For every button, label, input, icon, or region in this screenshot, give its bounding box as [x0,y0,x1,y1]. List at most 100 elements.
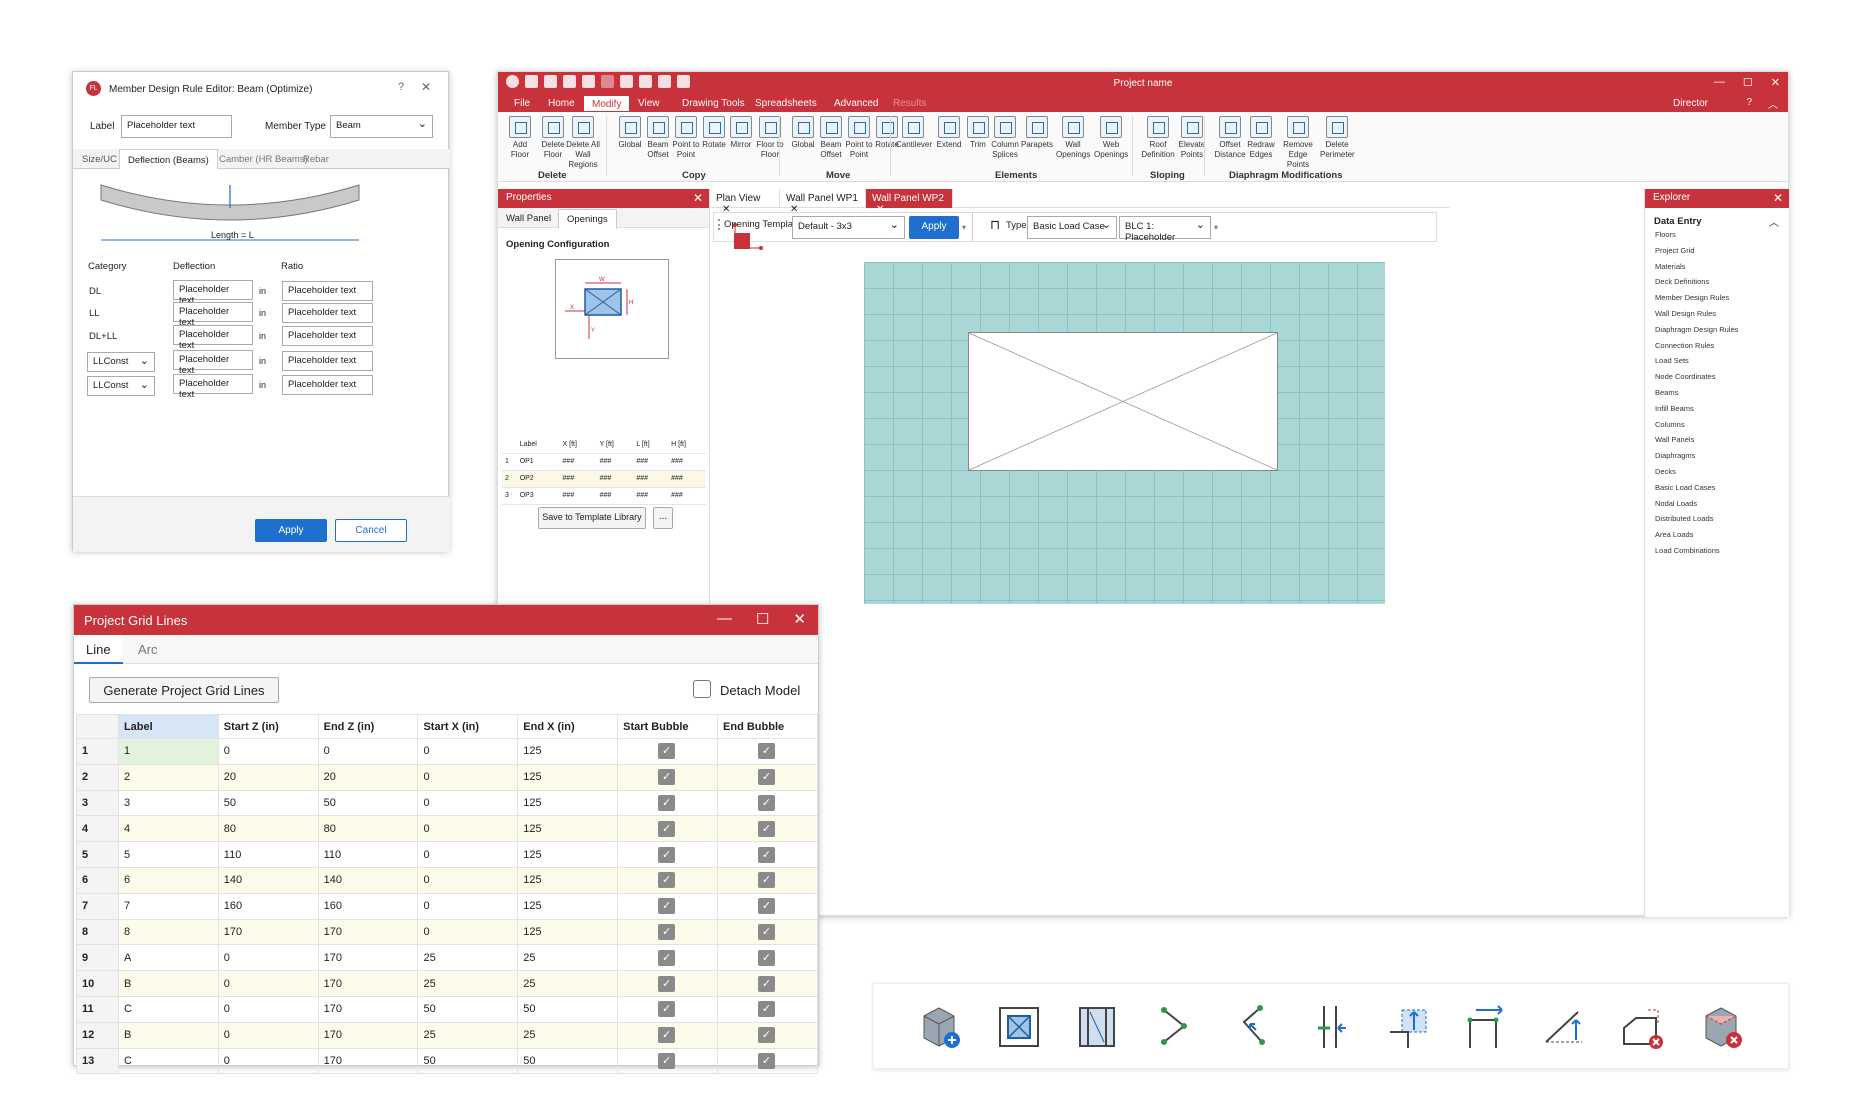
table-cell[interactable]: 0 [317,738,419,765]
table-row[interactable]: 1 1 0 0 0 125 ✓ ✓ [76,738,818,765]
ribbon-button[interactable]: Wall Openings [1056,116,1090,160]
table-row[interactable]: 6 6 140 140 0 125 ✓ ✓ [76,866,818,894]
table-cell[interactable]: 25 [417,944,519,972]
apply-button[interactable]: Apply [255,519,327,542]
table-cell[interactable]: ### [596,453,634,471]
table-cell[interactable]: 125 [517,918,619,946]
start-bubble-checkbox[interactable]: ✓ [658,872,676,889]
deflection-input[interactable]: Placeholder text [173,325,253,351]
table-row[interactable]: 9 A 0 170 25 25 ✓ ✓ [76,944,818,972]
menu-drawing-tools[interactable]: Drawing Tools [682,98,745,109]
table-cell[interactable]: 25 [517,970,619,997]
start-bubble-checkbox[interactable]: ✓ [658,949,676,966]
table-cell[interactable]: 110 [317,841,419,868]
table-cell[interactable]: 170 [317,995,419,1023]
end-bubble-checkbox[interactable]: ✓ [758,872,776,889]
table-cell[interactable]: 0 [417,841,519,868]
table-row[interactable]: 11 C 0 170 50 50 ✓ ✓ [76,995,818,1023]
tab-camber[interactable]: Camber (HR Beams) [219,154,308,165]
add-floor-icon[interactable] [914,1002,964,1052]
category-select[interactable]: LLConst [87,376,155,396]
table-cell[interactable]: 25 [417,1021,519,1049]
table-row[interactable]: 3 OP3 ### ### ### ### [502,487,706,505]
explorer-item[interactable]: Distributed Loads [1655,514,1713,523]
tab-line[interactable]: Line [74,635,123,664]
explorer-item[interactable]: Basic Load Cases [1655,483,1715,492]
tab-wall-panel[interactable]: Wall Panel [506,213,551,224]
table-cell[interactable]: 20 [217,763,319,791]
ratio-input[interactable]: Placeholder text [282,326,373,346]
table-cell[interactable]: ### [633,453,669,471]
start-bubble-checkbox[interactable]: ✓ [658,898,676,915]
close-icon[interactable]: ✕ [1773,191,1783,205]
table-row[interactable]: 3 3 50 50 0 125 ✓ ✓ [76,789,818,817]
table-cell[interactable]: 125 [517,815,619,843]
tab-rebar[interactable]: Rebar [303,154,329,165]
explorer-item[interactable]: Columns [1655,420,1685,429]
table-cell[interactable]: 4 [117,815,219,843]
menu-modify[interactable]: Modify [583,95,631,112]
table-row[interactable]: 1 OP1 ### ### ### ### [502,453,706,471]
wall-panel-icon[interactable] [1072,1002,1122,1052]
table-cell[interactable]: B [117,1021,219,1049]
explorer-item[interactable]: Area Loads [1655,530,1693,539]
table-cell[interactable]: ### [668,487,706,505]
tab-size-uc[interactable]: Size/UC [82,154,117,165]
table-cell[interactable]: 25 [417,970,519,997]
table-cell[interactable]: ### [668,470,706,488]
deflection-input[interactable]: Placeholder text [173,280,253,306]
ribbon-button[interactable]: Delete All Wall Regions [566,116,600,170]
detach-model-checkbox[interactable] [693,680,711,698]
table-cell[interactable]: 50 [517,995,619,1023]
end-bubble-checkbox[interactable]: ✓ [758,820,776,837]
ratio-input[interactable]: Placeholder text [282,351,373,371]
generate-grid-lines-button[interactable]: Generate Project Grid Lines [89,677,279,703]
table-cell[interactable]: 80 [217,815,319,843]
table-cell[interactable]: 20 [317,763,419,791]
table-cell[interactable]: 170 [317,918,419,946]
table-cell[interactable]: 0 [217,944,319,972]
close-icon[interactable]: ✕ [1771,76,1780,89]
more-options-button[interactable]: ... [653,507,673,529]
table-cell[interactable]: 125 [517,763,619,791]
table-cell[interactable]: 2 [117,763,219,791]
table-cell[interactable]: 50 [417,1047,519,1075]
table-cell[interactable]: 125 [517,841,619,868]
end-bubble-checkbox[interactable]: ✓ [758,846,776,863]
ribbon-button[interactable]: Redraw Edges [1244,116,1278,160]
close-icon[interactable]: ✕ [693,191,703,205]
table-cell[interactable]: 125 [517,866,619,894]
menu-home[interactable]: Home [548,98,575,109]
deflection-input[interactable]: Placeholder text [173,350,253,376]
dropdown-arrow-icon[interactable]: ▾ [962,223,966,232]
table-cell[interactable]: 50 [417,995,519,1023]
help-icon[interactable]: ? [398,81,404,93]
table-cell[interactable]: 170 [217,918,319,946]
column-splice-icon[interactable] [1306,1002,1356,1052]
ratio-input[interactable]: Placeholder text [282,303,373,323]
table-cell[interactable]: OP1 [516,453,560,471]
label-input[interactable]: Placeholder text [121,115,232,138]
explorer-item[interactable]: Floors [1655,230,1676,239]
collapse-ribbon-icon[interactable]: ︿ [1768,96,1778,111]
table-cell[interactable]: 25 [517,1021,619,1049]
start-bubble-checkbox[interactable]: ✓ [658,923,676,940]
table-cell[interactable]: 0 [217,1047,319,1075]
end-bubble-checkbox[interactable]: ✓ [758,1027,776,1044]
table-row[interactable]: 12 B 0 170 25 25 ✓ ✓ [76,1021,818,1049]
start-bubble-checkbox[interactable]: ✓ [658,1027,676,1044]
start-bubble-checkbox[interactable]: ✓ [658,820,676,837]
explorer-item[interactable]: Load Sets [1655,356,1689,365]
table-row[interactable]: 7 7 160 160 0 125 ✓ ✓ [76,892,818,920]
table-cell[interactable]: 125 [517,892,619,920]
start-bubble-checkbox[interactable]: ✓ [658,975,676,992]
table-row[interactable]: 2 2 20 20 0 125 ✓ ✓ [76,763,818,791]
end-bubble-checkbox[interactable]: ✓ [758,949,776,966]
table-cell[interactable]: 0 [417,763,519,791]
end-bubble-checkbox[interactable]: ✓ [758,743,776,760]
end-bubble-checkbox[interactable]: ✓ [758,1052,776,1069]
ratio-input[interactable]: Placeholder text [282,281,373,301]
table-cell[interactable]: 160 [317,892,419,920]
table-cell[interactable]: 50 [517,1047,619,1075]
table-cell[interactable]: 110 [217,841,319,868]
